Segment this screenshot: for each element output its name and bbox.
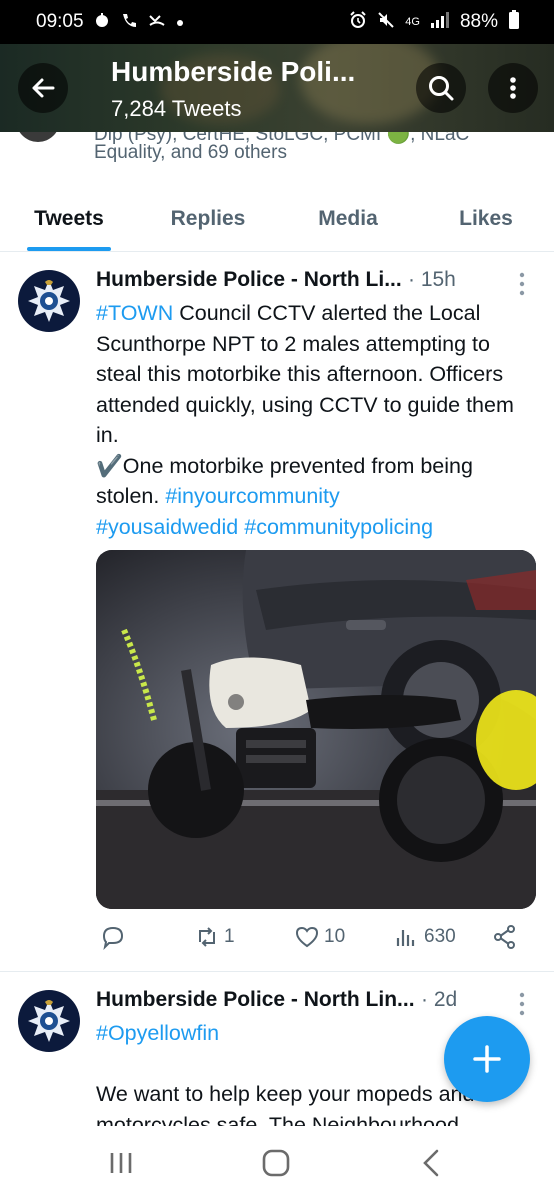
police-badge-icon <box>28 280 70 322</box>
kebab-menu-icon <box>510 77 516 99</box>
views-button[interactable]: 630 <box>394 924 456 950</box>
photo-icon <box>94 12 110 32</box>
search-button[interactable] <box>416 63 466 113</box>
alarm-icon <box>349 11 367 33</box>
tab-replies[interactable]: Replies <box>138 186 278 251</box>
retweet-icon <box>199 927 215 947</box>
recent-apps-icon[interactable] <box>104 1146 138 1180</box>
profile-header: Humberside Poli... 7,284 Tweets <box>0 44 554 132</box>
share-button[interactable] <box>492 924 518 950</box>
hashtag-link[interactable]: #communitypolicing <box>244 515 433 539</box>
tweet-author[interactable]: Humberside Police - North Li... <box>96 268 402 292</box>
system-nav-bar <box>0 1126 554 1200</box>
followers-line: Equality, and 69 others <box>94 142 287 163</box>
hashtag-link[interactable]: #Opyellowfin <box>96 1021 219 1045</box>
back-nav-icon[interactable] <box>415 1146 449 1180</box>
tweet[interactable]: Humberside Police - North Li... · 15h #T… <box>0 252 554 972</box>
back-button[interactable] <box>18 63 68 113</box>
signal-icon <box>430 12 450 32</box>
status-time: 09:05 <box>36 11 84 32</box>
retweet-count: 1 <box>224 926 235 947</box>
reply-icon <box>102 926 124 950</box>
retweet-button[interactable]: 1 <box>194 924 235 950</box>
reply-button[interactable] <box>100 924 126 950</box>
battery-level: 88% <box>459 11 498 32</box>
view-count: 630 <box>424 926 456 947</box>
tweet-text: #TOWN Council CCTV alerted the Local Scu… <box>96 298 540 542</box>
header-title: Humberside Poli... <box>111 56 356 87</box>
dot-icon <box>176 14 184 31</box>
profile-tabs: Tweets Replies Media Likes <box>0 186 554 252</box>
heart-icon <box>295 926 319 948</box>
follower-avatar <box>16 132 60 142</box>
hashtag-link[interactable]: #inyourcommunity <box>165 484 339 508</box>
tweet-count: 7,284 Tweets <box>111 96 242 121</box>
tweet-actions: 1 10 630 <box>96 924 526 960</box>
tweet-more-icon[interactable] <box>508 990 536 1018</box>
tweet-author[interactable]: Humberside Police - North Lin... <box>96 988 415 1012</box>
like-button[interactable]: 10 <box>294 924 345 950</box>
hashtag-link[interactable]: #TOWN <box>96 301 173 325</box>
call-icon <box>120 12 138 32</box>
tweet-more-icon[interactable] <box>508 270 536 298</box>
hashtag-link[interactable]: #yousaidwedid <box>96 515 238 539</box>
tweet-time[interactable]: · 15h <box>408 268 456 292</box>
like-count: 10 <box>324 926 346 947</box>
tweet-time[interactable]: · 2d <box>421 988 457 1012</box>
back-arrow-icon <box>32 78 55 98</box>
tweet-photo[interactable] <box>96 550 536 909</box>
network-icon: 4G <box>405 16 420 28</box>
mute-icon <box>377 11 395 33</box>
followers-you-know[interactable]: Dip (Psy), CertHE, StoLGC, PCMI 🟢, NLaC … <box>0 132 554 180</box>
views-icon <box>396 930 415 946</box>
compose-tweet-button[interactable] <box>444 1016 530 1102</box>
share-icon <box>494 925 515 949</box>
status-bar: 09:05 4G 88% <box>0 0 554 44</box>
more-options-button[interactable] <box>488 63 538 113</box>
tab-media[interactable]: Media <box>278 186 418 251</box>
motorbike-photo <box>96 550 536 909</box>
police-badge-icon <box>28 1000 70 1042</box>
home-icon[interactable] <box>259 1146 293 1180</box>
avatar[interactable] <box>18 270 80 332</box>
battery-icon <box>508 10 520 34</box>
tab-tweets[interactable]: Tweets <box>0 186 138 251</box>
plus-icon <box>473 1045 501 1073</box>
search-icon <box>429 76 454 101</box>
avatar[interactable] <box>18 990 80 1052</box>
tab-likes[interactable]: Likes <box>418 186 554 251</box>
missed-call-icon <box>148 12 166 32</box>
